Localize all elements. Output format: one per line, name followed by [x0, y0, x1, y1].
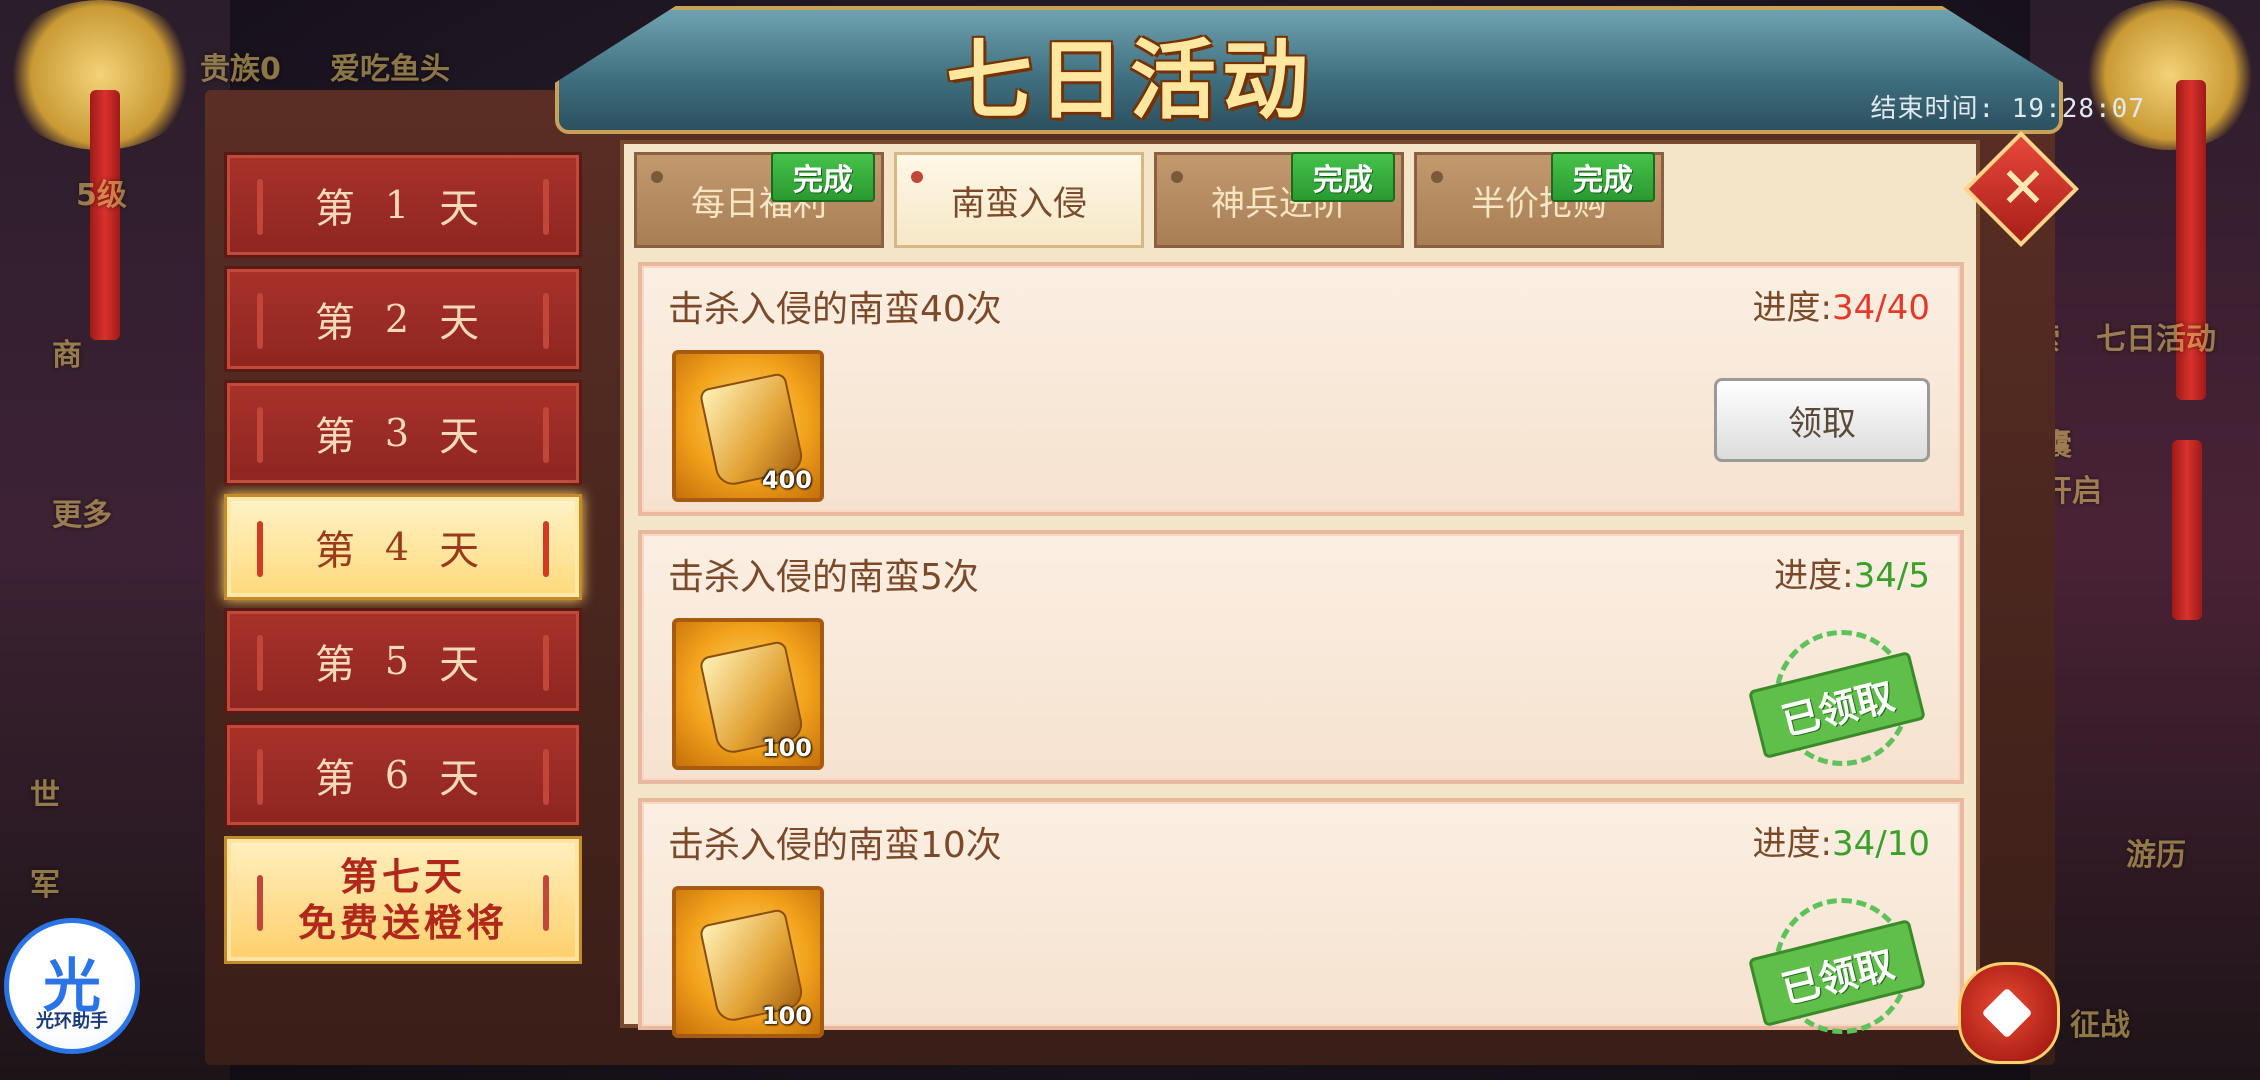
task-progress: 进度:34/10	[1753, 816, 1930, 865]
tab-weapon-upgrade[interactable]: 神兵进阶 完成	[1154, 152, 1404, 248]
tab-bar: 每日福利 完成 南蛮入侵 神兵进阶 完成 半价抢购 完成	[634, 152, 1664, 248]
day-ornament	[257, 749, 263, 805]
day-button-1[interactable]: 第1天	[224, 152, 582, 258]
day-ornament	[543, 749, 549, 805]
day-suffix: 天	[439, 300, 492, 346]
day-ornament	[543, 179, 549, 235]
pin-icon	[651, 171, 663, 183]
progress-total: /5	[1896, 556, 1930, 596]
bg-conquest-label[interactable]: 征战	[2070, 1000, 2130, 1044]
day-ornament	[543, 407, 549, 463]
close-icon[interactable]: ✕	[1992, 158, 2054, 220]
progress-label: 进度:	[1752, 288, 1833, 328]
day-suffix: 天	[439, 414, 492, 460]
task-card: 击杀入侵的南蛮40次 进度:34/40 400 领取	[638, 262, 1964, 516]
complete-badge: 完成	[1551, 152, 1655, 202]
task-progress: 进度:34/5	[1774, 548, 1930, 597]
day-ornament	[257, 407, 263, 463]
day-button-2[interactable]: 第2天	[224, 266, 582, 372]
day-ornament	[257, 635, 263, 691]
tab-nanman-invasion[interactable]: 南蛮入侵	[894, 152, 1144, 248]
complete-badge: 完成	[1291, 152, 1395, 202]
helper-caption: 光环助手	[36, 1011, 108, 1032]
task-name: 击杀入侵的南蛮5次	[668, 557, 979, 598]
progress-current: 34	[1832, 288, 1876, 328]
progress-label: 进度:	[1774, 556, 1854, 596]
tab-daily-welfare[interactable]: 每日福利 完成	[634, 152, 884, 248]
day-ornament	[543, 521, 549, 577]
bag-emblem	[1981, 987, 2033, 1039]
day-suffix: 天	[439, 186, 492, 232]
day-prefix: 第	[314, 756, 367, 802]
day-prefix: 第	[314, 414, 367, 460]
task-name: 击杀入侵的南蛮40次	[668, 289, 1002, 330]
reward-item-icon[interactable]: 100	[672, 618, 824, 770]
bg-seven-day-label[interactable]: 七日活动	[2096, 314, 2216, 358]
day-suffix: 天	[439, 756, 492, 802]
day-number: 3	[384, 411, 422, 455]
bg-shop-label[interactable]: 商	[52, 330, 82, 374]
day-prefix: 第	[314, 528, 367, 574]
bg-vip-level: 5级	[76, 178, 127, 213]
end-time-value: 19:28:07	[2011, 94, 2145, 124]
end-time: 结束时间: 19:28:07	[1870, 88, 2145, 125]
day-ornament	[257, 179, 263, 235]
bg-army-label[interactable]: 军	[30, 860, 60, 904]
progress-current: 34	[1832, 824, 1876, 864]
pin-icon	[911, 171, 923, 183]
day-button-6[interactable]: 第6天	[224, 722, 582, 828]
reward-item-icon[interactable]: 400	[672, 350, 824, 502]
lucky-bag-icon[interactable]	[1958, 962, 2060, 1064]
end-time-label: 结束时间:	[1870, 94, 1996, 124]
day-ornament	[543, 875, 549, 931]
reward-item-icon[interactable]: 100	[672, 886, 824, 1038]
day-ornament	[257, 293, 263, 349]
day-number: 4	[384, 525, 422, 569]
progress-label: 进度:	[1752, 824, 1833, 864]
reward-quantity: 100	[761, 1002, 812, 1030]
reward-quantity: 100	[761, 734, 812, 762]
day-button-7[interactable]: 第七天 免费送橙将	[224, 836, 582, 964]
day-ornament	[543, 293, 549, 349]
task-card: 击杀入侵的南蛮10次 进度:34/10 100 已领取	[638, 798, 1964, 1038]
day-button-3[interactable]: 第3天	[224, 380, 582, 486]
progress-total: /40	[1875, 288, 1930, 328]
task-progress: 进度:34/40	[1753, 280, 1930, 329]
pin-icon	[1431, 171, 1443, 183]
day-ornament	[543, 635, 549, 691]
day-ornament	[257, 875, 263, 931]
pin-icon	[1171, 171, 1183, 183]
claim-button[interactable]: 领取	[1714, 378, 1930, 462]
day-prefix: 第	[314, 642, 367, 688]
bg-travel-label[interactable]: 游历	[2126, 830, 2186, 874]
day-list: 第1天 第2天 第3天 第4天 第5天 第6天 第七天 免费送橙将	[224, 152, 586, 972]
lantern-decoration	[2172, 440, 2202, 620]
day-suffix: 天	[439, 642, 492, 688]
day-number: 2	[384, 297, 422, 341]
task-card: 击杀入侵的南蛮5次 进度:34/5 100 已领取	[638, 530, 1964, 784]
day-number: 1	[384, 183, 422, 227]
day-prefix: 第	[314, 186, 367, 232]
bg-world-label[interactable]: 世	[30, 770, 60, 814]
background-right	[2030, 0, 2260, 1080]
progress-current: 34	[1853, 556, 1897, 596]
task-name: 击杀入侵的南蛮10次	[668, 825, 1002, 866]
progress-total: /10	[1875, 824, 1930, 864]
day-number: 6	[384, 753, 422, 797]
tab-half-price[interactable]: 半价抢购 完成	[1414, 152, 1664, 248]
day-number: 5	[384, 639, 422, 683]
helper-floating-button[interactable]: 光 光环助手	[4, 918, 140, 1054]
day7-title: 第七天	[339, 854, 466, 899]
day-ornament	[257, 521, 263, 577]
bg-more-label[interactable]: 更多	[52, 490, 112, 534]
tab-label: 南蛮入侵	[951, 183, 1087, 224]
complete-badge: 完成	[771, 152, 875, 202]
day-button-5[interactable]: 第5天	[224, 608, 582, 714]
day-suffix: 天	[439, 528, 492, 574]
reward-quantity: 400	[761, 466, 812, 494]
day7-subtitle: 免费送橙将	[297, 900, 508, 945]
day-prefix: 第	[314, 300, 367, 346]
day-button-4[interactable]: 第4天	[224, 494, 582, 600]
